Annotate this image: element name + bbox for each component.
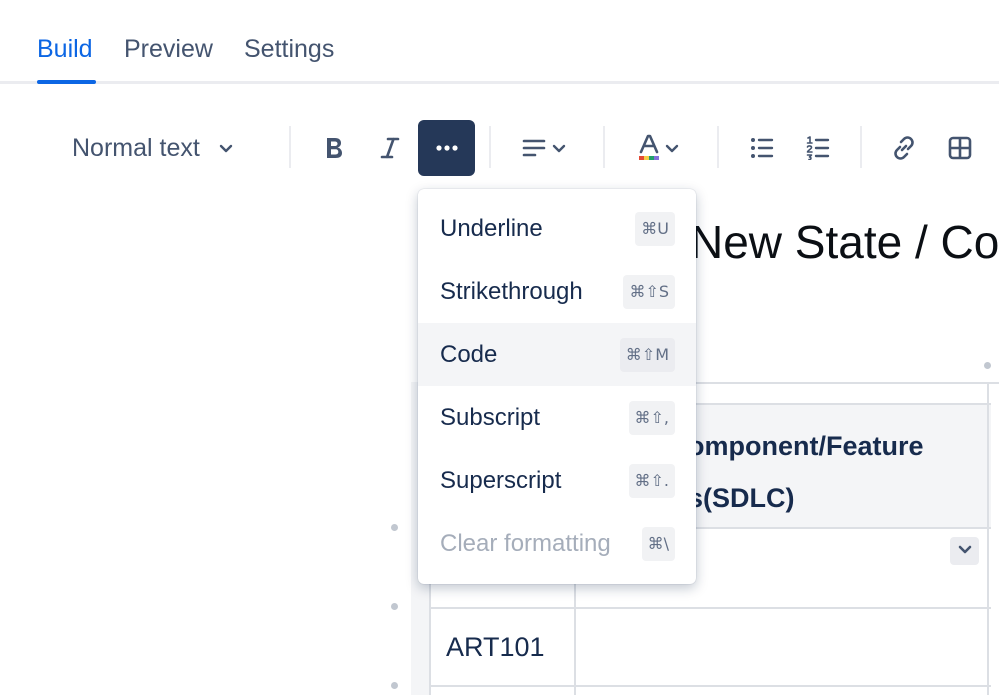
table-handle-dot[interactable]	[984, 362, 991, 369]
tab-settings[interactable]: Settings	[244, 34, 334, 64]
menu-item-strikethrough[interactable]: Strikethrough ⌘⇧S	[418, 260, 696, 323]
page-title[interactable]: New State / Co	[690, 214, 999, 270]
toolbar-separator	[289, 126, 291, 168]
more-formatting-button[interactable]	[418, 120, 475, 176]
chevron-down-icon	[218, 134, 234, 163]
toolbar-separator	[860, 126, 862, 168]
text-style-dropdown[interactable]: Normal text	[60, 120, 260, 176]
more-horizontal-icon	[435, 144, 459, 152]
editor-page: Build Preview Settings Normal text New S…	[0, 0, 999, 695]
link-button[interactable]	[880, 120, 928, 176]
row-divider	[431, 607, 991, 609]
text-style-label: Normal text	[72, 133, 200, 162]
numbered-list-button[interactable]	[794, 120, 842, 176]
menu-item-underline[interactable]: Underline ⌘U	[418, 197, 696, 260]
menu-item-label: Strikethrough	[440, 277, 583, 305]
editor-toolbar: Normal text	[0, 118, 999, 178]
row-divider	[431, 685, 991, 687]
italic-button[interactable]	[366, 120, 414, 176]
keyboard-shortcut: ⌘U	[635, 211, 675, 246]
active-tab-indicator	[37, 80, 96, 84]
keyboard-shortcut: ⌘\	[641, 526, 675, 561]
keyboard-shortcut: ⌘⇧M	[619, 337, 675, 372]
bullet-list-icon	[750, 137, 774, 159]
bold-button[interactable]	[310, 120, 358, 176]
keyboard-shortcut: ⌘⇧S	[623, 274, 675, 309]
align-left-icon	[522, 138, 548, 158]
bold-icon	[323, 136, 345, 160]
more-formatting-menu: Underline ⌘U Strikethrough ⌘⇧S Code ⌘⇧M …	[418, 189, 696, 584]
menu-item-code[interactable]: Code ⌘⇧M	[418, 323, 696, 386]
table-cell[interactable]: ART101	[446, 630, 545, 664]
table-icon	[948, 136, 972, 160]
tab-build[interactable]: Build	[37, 34, 93, 64]
row-handle-dot[interactable]	[391, 603, 398, 610]
menu-item-subscript[interactable]: Subscript ⌘⇧,	[418, 386, 696, 449]
tab-divider	[0, 81, 999, 84]
numbered-list-icon	[806, 136, 830, 160]
tab-preview[interactable]: Preview	[124, 34, 213, 64]
link-icon	[891, 135, 917, 161]
menu-item-label: Subscript	[440, 403, 541, 431]
toolbar-separator	[489, 126, 491, 168]
row-handle-dot[interactable]	[391, 524, 398, 531]
menu-item-label: Underline	[440, 214, 543, 242]
menu-item-label: Clear formatting	[440, 529, 611, 557]
text-color-button[interactable]	[626, 120, 690, 176]
chevron-down-icon	[958, 542, 972, 561]
chevron-down-icon	[552, 141, 566, 155]
chevron-down-icon	[665, 141, 679, 155]
toolbar-separator	[717, 126, 719, 168]
tab-bar: Build Preview Settings	[0, 0, 999, 84]
menu-item-label: Code	[440, 340, 498, 368]
text-color-icon	[637, 134, 661, 162]
cell-options-button[interactable]	[950, 537, 979, 565]
alignment-button[interactable]	[512, 120, 576, 176]
menu-item-clear-formatting: Clear formatting ⌘\	[418, 512, 696, 575]
row-handle-dot[interactable]	[391, 682, 398, 689]
keyboard-shortcut: ⌘⇧.	[628, 463, 675, 498]
table-header-cell[interactable]: omponent/Feature s(SDLC)	[688, 420, 988, 524]
menu-item-label: Superscript	[440, 466, 562, 494]
bullet-list-button[interactable]	[738, 120, 786, 176]
italic-icon	[379, 136, 401, 160]
keyboard-shortcut: ⌘⇧,	[628, 400, 675, 435]
table-button[interactable]	[936, 120, 984, 176]
toolbar-separator	[603, 126, 605, 168]
menu-item-superscript[interactable]: Superscript ⌘⇧.	[418, 449, 696, 512]
